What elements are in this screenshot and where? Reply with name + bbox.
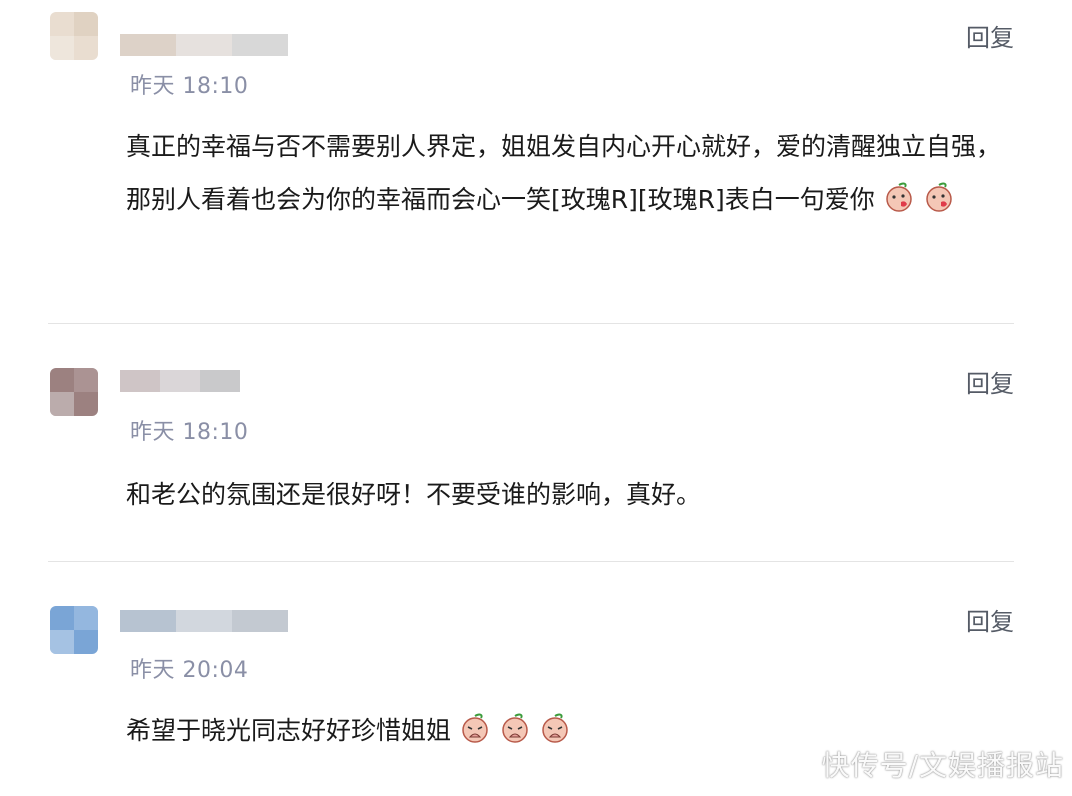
username-redacted[interactable]: [120, 610, 288, 632]
reply-button[interactable]: 回复: [966, 602, 1014, 637]
comment-body: 和老公的氛围还是很好呀！不要受谁的影响，真好。: [126, 480, 702, 509]
reply-button[interactable]: 回复: [966, 18, 1014, 53]
watermark: 快传号/文娱播报站: [821, 749, 1064, 782]
divider: [48, 323, 1014, 324]
avatar-image-part: [74, 606, 98, 630]
username-redacted[interactable]: [120, 370, 240, 392]
avatar-image-part: [74, 12, 98, 36]
comment-text: 真正的幸福与否不需要别人界定，姐姐发自内心开心就好，爱的清醒独立自强，那别人看着…: [126, 120, 1016, 226]
avatar-image-part: [50, 36, 74, 60]
avatar-image-part: [50, 630, 74, 654]
avatar-image-part: [50, 392, 74, 416]
comment-time: 昨天 20:04: [130, 658, 249, 683]
username-redacted[interactable]: [120, 34, 288, 56]
comment-body: 希望于晓光同志好好珍惜姐姐: [126, 716, 452, 745]
sad-face-icon: [502, 713, 528, 743]
comment-time: 昨天 18:10: [130, 420, 249, 445]
comment-time: 昨天 18:10: [130, 74, 249, 99]
sad-face-icon: [462, 713, 488, 743]
sad-face-icon: [542, 713, 568, 743]
avatar[interactable]: [50, 606, 98, 654]
kiss-face-icon: [926, 182, 952, 212]
comment-text: 和老公的氛围还是很好呀！不要受谁的影响，真好。: [126, 468, 1016, 521]
reply-button[interactable]: 回复: [966, 364, 1014, 399]
kiss-face-icon: [886, 182, 912, 212]
divider: [48, 561, 1014, 562]
avatar[interactable]: [50, 368, 98, 416]
comment-body: 真正的幸福与否不需要别人界定，姐姐发自内心开心就好，爱的清醒独立自强，那别人看着…: [126, 132, 1002, 214]
avatar[interactable]: [50, 12, 98, 60]
avatar-image-part: [74, 368, 98, 392]
